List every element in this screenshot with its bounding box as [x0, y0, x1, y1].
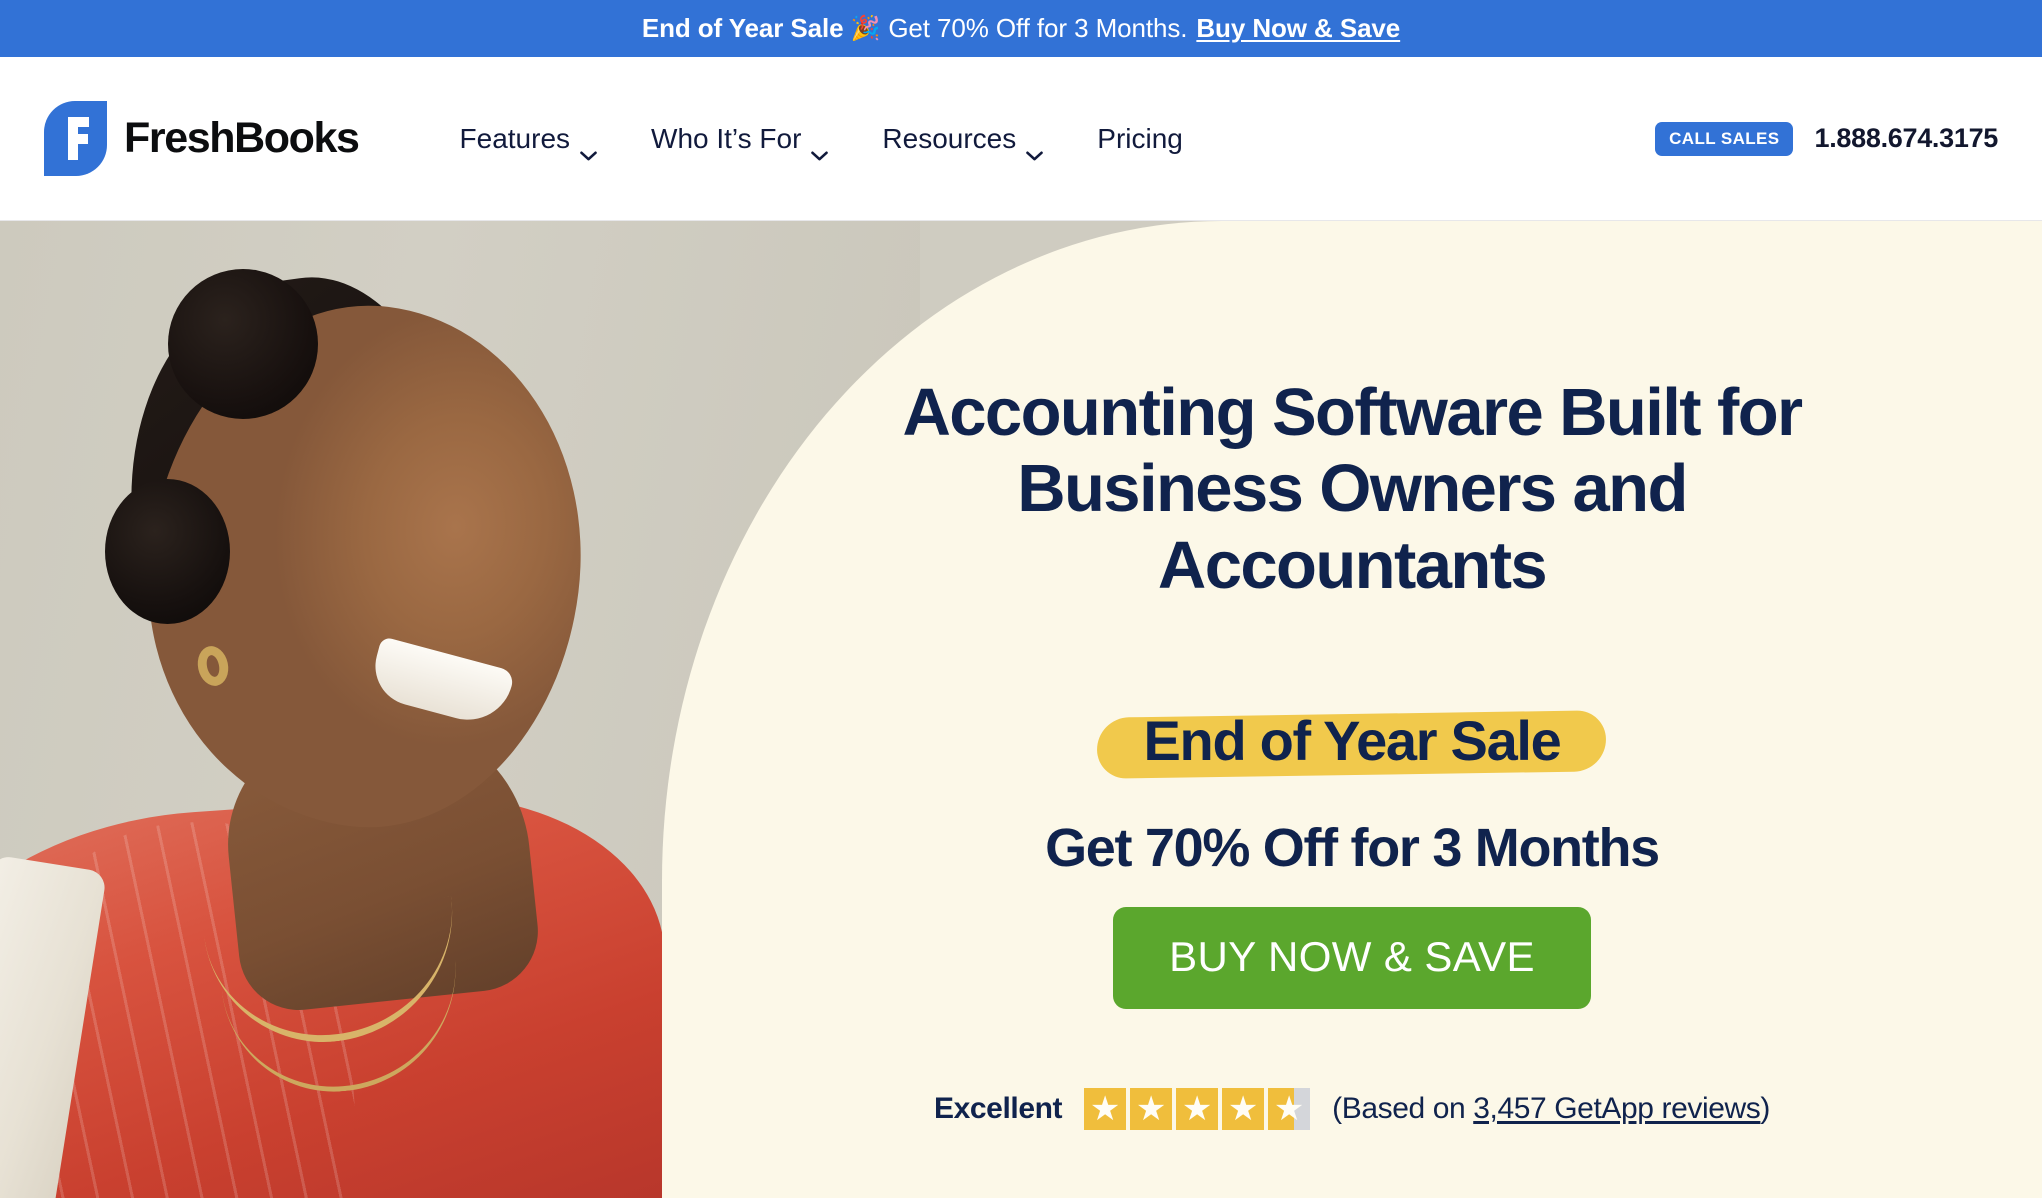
nav-label: Features	[459, 122, 571, 154]
rating-stars: ★ ★ ★ ★ ★	[1084, 1088, 1311, 1131]
chevron-down-icon	[1026, 136, 1044, 160]
promo-buy-now-link[interactable]: Buy Now & Save	[1196, 13, 1400, 44]
rating-suffix: )	[1760, 1092, 1770, 1126]
buy-now-and-save-button[interactable]: BUY NOW & SAVE	[1113, 907, 1591, 1010]
main-navigation: Features Who It’s For Resources Pricing	[433, 113, 1210, 165]
star-icon: ★	[1176, 1088, 1219, 1131]
nav-item-resources[interactable]: Resources	[855, 113, 1070, 165]
getapp-reviews-link[interactable]: 3,457 GetApp reviews	[1473, 1092, 1761, 1125]
party-popper-icon: 🎉	[850, 15, 881, 42]
photo-hair-bun-lower	[105, 479, 230, 624]
star-icon: ★	[1084, 1088, 1127, 1131]
site-header: FreshBooks Features Who It’s For Resourc…	[0, 57, 2042, 221]
nav-label: Who It’s For	[651, 122, 802, 154]
brand-name: FreshBooks	[124, 114, 360, 162]
star-icon: ★	[1130, 1088, 1173, 1131]
sales-phone-number[interactable]: 1.888.674.3175	[1815, 123, 1999, 154]
call-sales-button[interactable]: CALL SALES	[1655, 121, 1793, 156]
hero-offer-text: Get 70% Off for 3 Months	[1045, 818, 1660, 879]
header-contact-group: CALL SALES 1.888.674.3175	[1655, 121, 1999, 156]
promo-banner[interactable]: End of Year Sale 🎉 Get 70% Off for 3 Mon…	[0, 0, 2042, 57]
rating-word: Excellent	[934, 1092, 1063, 1126]
rating-prefix: (Based on	[1332, 1092, 1474, 1126]
brand-logo[interactable]: FreshBooks	[44, 101, 360, 176]
rating-source-note: (Based on 3,457 GetApp reviews)	[1332, 1092, 1770, 1126]
chevron-down-icon	[811, 136, 829, 160]
photo-hair-bun-top	[168, 269, 318, 419]
promo-body: Get 70% Off for 3 Months.	[888, 13, 1188, 43]
freshbooks-f-logo-icon	[44, 101, 107, 176]
nav-item-who-its-for[interactable]: Who It’s For	[624, 113, 855, 165]
star-icon-partial: ★	[1268, 1088, 1311, 1131]
hero-sale-badge: End of Year Sale	[1097, 708, 1607, 779]
promo-headline: End of Year Sale	[641, 13, 844, 43]
nav-item-features[interactable]: Features	[433, 113, 625, 165]
star-glyph: ★	[1089, 1090, 1121, 1129]
nav-item-pricing[interactable]: Pricing	[1070, 113, 1210, 165]
hero-sale-label: End of Year Sale	[1143, 709, 1561, 773]
rating-row: Excellent ★ ★ ★ ★ ★ (Based on 3,457 GetA…	[934, 1088, 1770, 1131]
chevron-down-icon	[580, 136, 597, 160]
nav-label: Resources	[882, 122, 1017, 154]
hero-content: Accounting Software Built for Business O…	[662, 221, 2042, 1198]
star-glyph: ★	[1273, 1090, 1305, 1129]
star-icon: ★	[1222, 1088, 1265, 1131]
hero-title: Accounting Software Built for Business O…	[902, 375, 1803, 603]
star-glyph: ★	[1181, 1090, 1213, 1129]
star-glyph: ★	[1227, 1090, 1259, 1129]
nav-label: Pricing	[1097, 122, 1183, 154]
hero-section: Accounting Software Built for Business O…	[0, 221, 2042, 1198]
star-glyph: ★	[1135, 1090, 1167, 1129]
